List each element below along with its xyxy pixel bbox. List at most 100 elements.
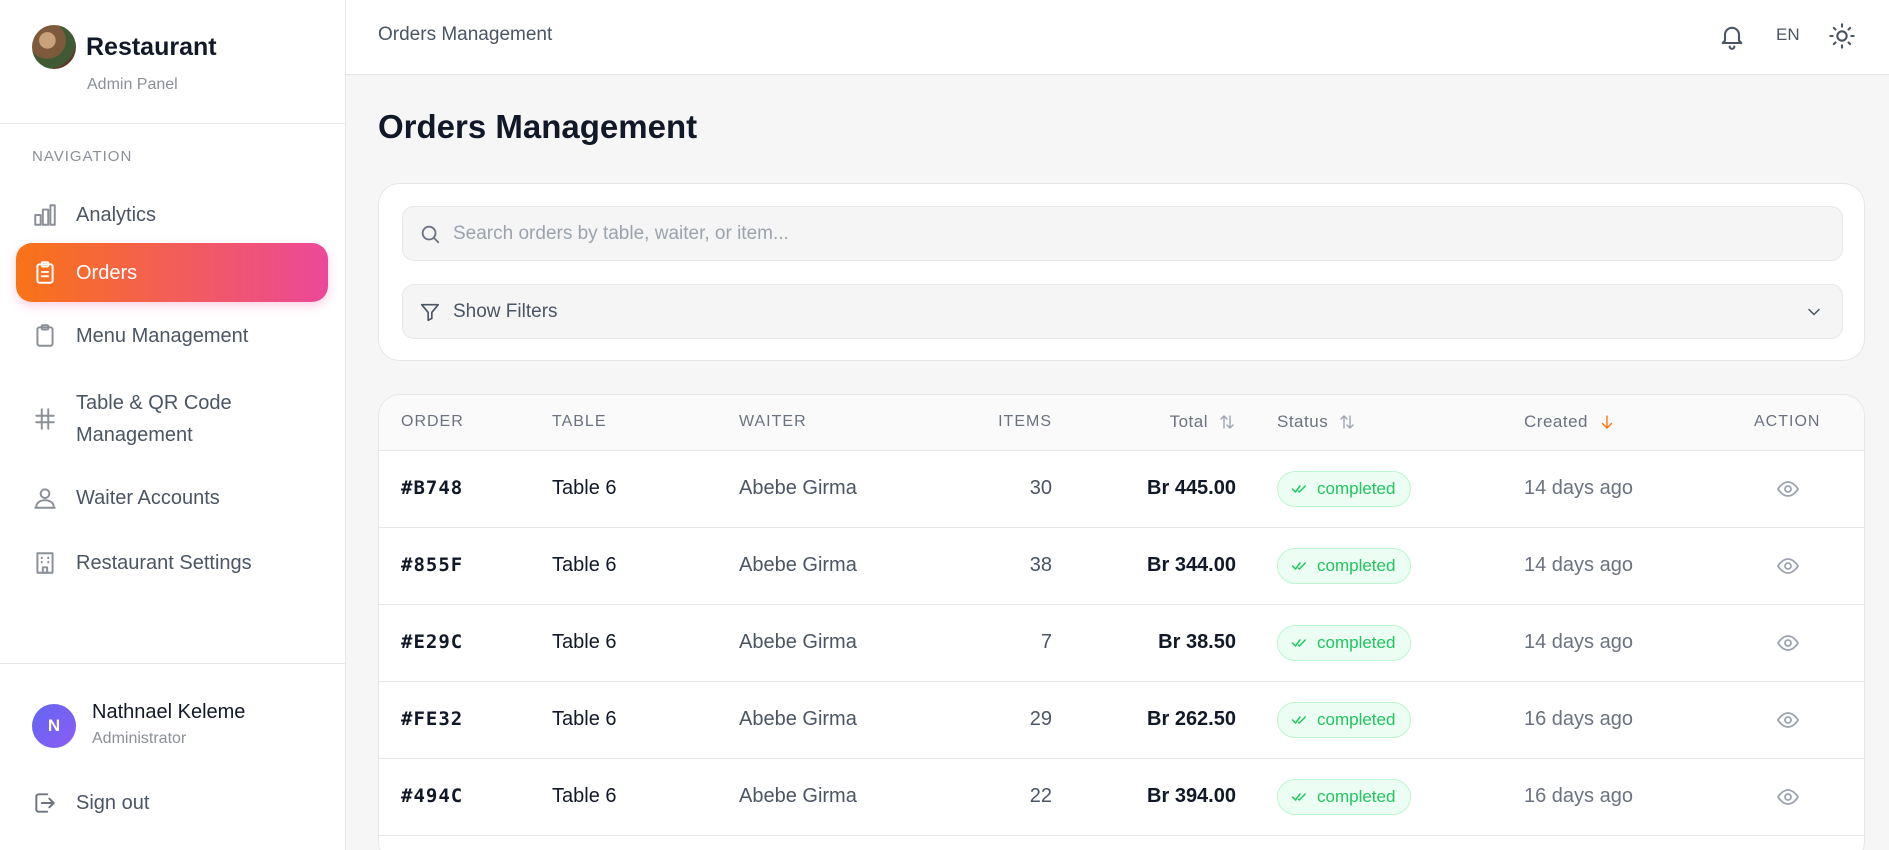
double-check-icon [1291,793,1306,801]
brand: Restaurant Admin Panel [0,0,345,124]
user-role: Administrator [92,730,187,747]
order-id: #FE32 [401,708,464,730]
status-badge: completed [1277,548,1412,584]
status-badge: completed [1277,702,1412,738]
view-order-button[interactable] [1776,708,1800,732]
order-items: 30 [1029,477,1052,499]
building-icon [32,550,58,576]
top-bar: Orders Management EN [346,0,1889,75]
order-total: Br 344.00 [1147,554,1236,576]
clipboard-list-icon [32,260,58,286]
user-name: Nathnael Keleme [92,701,246,723]
status-label: completed [1317,787,1396,806]
nav-heading: NAVIGATION [32,148,133,165]
table-row: #855F Table 6 Abebe Girma 38 Br 344.00 c… [379,528,1864,605]
header-title: Orders Management [378,24,553,45]
order-created: 14 days ago [1524,631,1633,653]
sidebar-item-analytics[interactable]: Analytics [16,191,328,239]
sidebar-item-label: Waiter Accounts [76,487,220,509]
order-items: 38 [1029,554,1052,576]
order-id: #494C [401,785,464,807]
orders-table: ORDER TABLE WAITER ITEMS Total Status Cr… [378,394,1865,850]
sidebar-item-menu-management[interactable]: Menu Management [16,312,328,360]
column-created[interactable]: Created [1524,412,1616,432]
eye-icon [1777,635,1799,651]
column-status[interactable]: Status [1277,412,1356,432]
order-total: Br 394.00 [1147,785,1236,807]
language-switch[interactable]: EN [1776,25,1800,45]
page-title: Orders Management [378,108,698,145]
order-waiter: Abebe Girma [739,785,857,807]
sort-icon [1220,415,1234,429]
column-order: ORDER [401,413,464,430]
order-waiter: Abebe Girma [739,631,857,653]
sign-out-label: Sign out [76,791,150,814]
search-box[interactable] [402,206,1843,261]
order-id: #855F [401,554,464,576]
sign-out-icon [35,793,55,813]
order-items: 22 [1029,785,1052,807]
table-row: #494C Table 6 Abebe Girma 22 Br 394.00 c… [379,759,1864,836]
avatar[interactable]: N [32,704,76,748]
column-table: TABLE [552,413,607,430]
bar-chart-icon [32,202,58,228]
sidebar-item-orders[interactable]: Orders [16,243,328,302]
sidebar-item-restaurant-settings[interactable]: Restaurant Settings [16,539,328,587]
order-created: 16 days ago [1524,708,1633,730]
order-table: Table 6 [552,785,617,807]
eye-icon [1777,558,1799,574]
order-table: Table 6 [552,708,617,730]
search-input[interactable] [453,222,1803,245]
order-total: Br 262.50 [1147,708,1236,730]
sort-icon [1340,415,1354,429]
sidebar-item-waiter-accounts[interactable]: Waiter Accounts [16,474,328,522]
order-items: 29 [1029,708,1052,730]
show-filters-button[interactable]: Show Filters [402,284,1843,339]
sidebar-item-label: Analytics [76,204,157,226]
double-check-icon [1291,485,1306,493]
user-icon [32,485,58,511]
status-badge: completed [1277,471,1412,507]
search-icon [421,225,440,243]
column-created-label: Created [1524,412,1588,431]
clipboard-icon [32,323,58,349]
status-label: completed [1317,479,1396,498]
sidebar-item-label: Orders [76,261,138,284]
order-id: #B748 [401,477,464,499]
double-check-icon [1291,562,1306,570]
status-label: completed [1317,710,1396,729]
order-items: 7 [1040,631,1052,653]
order-waiter: Abebe Girma [739,708,857,730]
bell-icon[interactable] [1718,22,1746,50]
view-order-button[interactable] [1776,554,1800,578]
sign-out-button[interactable]: Sign out [32,790,149,816]
table-row: #FE32 Table 6 Abebe Girma 29 Br 262.50 c… [379,682,1864,759]
chevron-down-icon [1808,308,1820,316]
order-table: Table 6 [552,631,617,653]
sun-icon[interactable] [1828,22,1856,50]
view-order-button[interactable] [1776,785,1800,809]
eye-icon [1777,789,1799,805]
status-label: completed [1317,556,1396,575]
eye-icon [1777,712,1799,728]
column-total[interactable]: Total [1170,412,1236,432]
order-waiter: Abebe Girma [739,554,857,576]
view-order-button[interactable] [1776,631,1800,655]
order-total: Br 445.00 [1147,477,1236,499]
view-order-button[interactable] [1776,477,1800,501]
sidebar-item-table-qr[interactable]: Table & QR Code Management [16,384,328,454]
arrow-down-icon [1601,415,1613,429]
sidebar-item-label: Menu Management [76,325,249,347]
column-status-label: Status [1277,412,1329,431]
table-row: #E29C Table 6 Abebe Girma 7 Br 38.50 com… [379,605,1864,682]
table-header: ORDER TABLE WAITER ITEMS Total Status Cr… [379,395,1864,451]
hash-icon [32,406,58,432]
eye-icon [1777,481,1799,497]
column-waiter: WAITER [739,413,807,430]
column-action: ACTION [1754,413,1821,430]
sidebar: Restaurant Admin Panel NAVIGATION Analyt… [0,0,346,850]
status-badge: completed [1277,779,1412,815]
order-waiter: Abebe Girma [739,477,857,499]
order-created: 14 days ago [1524,477,1633,499]
status-badge: completed [1277,625,1412,661]
